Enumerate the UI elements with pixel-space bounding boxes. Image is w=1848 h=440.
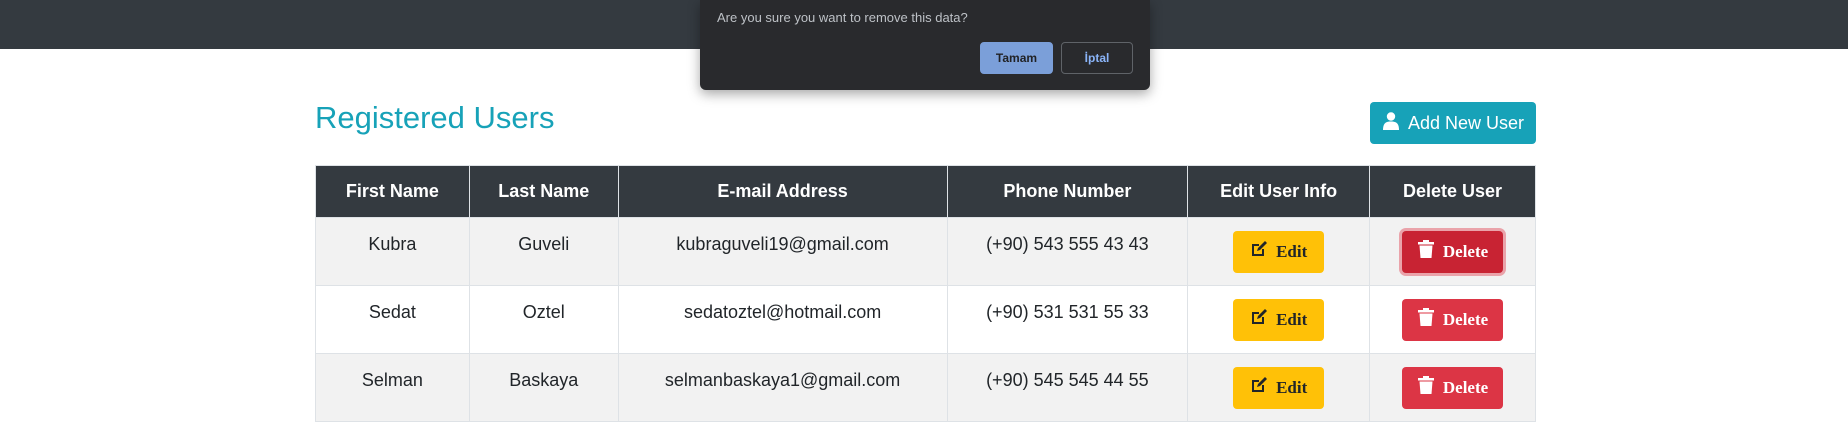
cell-delete: Delete [1369, 285, 1536, 354]
table-row: Selman Baskaya selmanbaskaya1@gmail.com … [315, 353, 1536, 422]
table-row: Sedat Oztel sedatoztel@hotmail.com (+90)… [315, 285, 1536, 354]
cell-phone: (+90) 545 545 44 55 [946, 353, 1189, 422]
cell-last-name: Guveli [468, 217, 619, 286]
edit-icon [1250, 240, 1268, 263]
cell-first-name: Kubra [315, 217, 470, 286]
cell-first-name: Sedat [315, 285, 470, 354]
edit-icon [1250, 308, 1268, 331]
trash-icon [1417, 376, 1435, 399]
cell-email: sedatoztel@hotmail.com [617, 285, 948, 354]
cell-first-name: Selman [315, 353, 470, 422]
edit-button[interactable]: Edit [1233, 366, 1325, 409]
edit-label: Edit [1276, 377, 1308, 397]
edit-button[interactable]: Edit [1233, 298, 1325, 341]
page-title: Registered Users [315, 100, 555, 135]
dialog-message: Are you sure you want to remove this dat… [717, 10, 968, 25]
header-first-name: First Name [315, 165, 470, 218]
table-header-row: First Name Last Name E-mail Address Phon… [315, 165, 1536, 218]
cell-last-name: Baskaya [468, 353, 619, 422]
header-edit: Edit User Info [1187, 165, 1371, 218]
trash-icon [1417, 308, 1435, 331]
edit-label: Edit [1276, 309, 1308, 329]
cell-phone: (+90) 531 531 55 33 [946, 285, 1189, 354]
cell-delete: Delete [1369, 353, 1536, 422]
confirm-dialog: Are you sure you want to remove this dat… [700, 0, 1150, 90]
delete-button[interactable]: Delete [1402, 230, 1504, 273]
dialog-cancel-button[interactable]: İptal [1061, 42, 1133, 74]
trash-icon [1417, 240, 1435, 263]
edit-button[interactable]: Edit [1233, 230, 1325, 273]
header-delete: Delete User [1369, 165, 1536, 218]
header-email: E-mail Address [617, 165, 948, 218]
header-last-name: Last Name [468, 165, 619, 218]
cell-edit: Edit [1187, 217, 1371, 286]
cell-delete: Delete [1369, 217, 1536, 286]
delete-label: Delete [1442, 241, 1489, 261]
user-icon [1382, 111, 1400, 135]
delete-label: Delete [1442, 377, 1489, 397]
delete-label: Delete [1442, 309, 1489, 329]
cell-email: kubraguveli19@gmail.com [617, 217, 948, 286]
cell-email: selmanbaskaya1@gmail.com [617, 353, 948, 422]
users-table: First Name Last Name E-mail Address Phon… [315, 165, 1536, 422]
table-row: Kubra Guveli kubraguveli19@gmail.com (+9… [315, 217, 1536, 286]
add-new-user-label: Add New User [1407, 112, 1525, 133]
cell-edit: Edit [1187, 285, 1371, 354]
header-phone: Phone Number [946, 165, 1189, 218]
cell-edit: Edit [1187, 353, 1371, 422]
cell-phone: (+90) 543 555 43 43 [946, 217, 1189, 286]
delete-button[interactable]: Delete [1402, 298, 1504, 341]
add-new-user-button[interactable]: Add New User [1370, 102, 1536, 144]
cell-last-name: Oztel [468, 285, 619, 354]
edit-icon [1250, 376, 1268, 399]
delete-button[interactable]: Delete [1402, 366, 1504, 409]
edit-label: Edit [1276, 241, 1308, 261]
dialog-ok-button[interactable]: Tamam [980, 42, 1053, 74]
